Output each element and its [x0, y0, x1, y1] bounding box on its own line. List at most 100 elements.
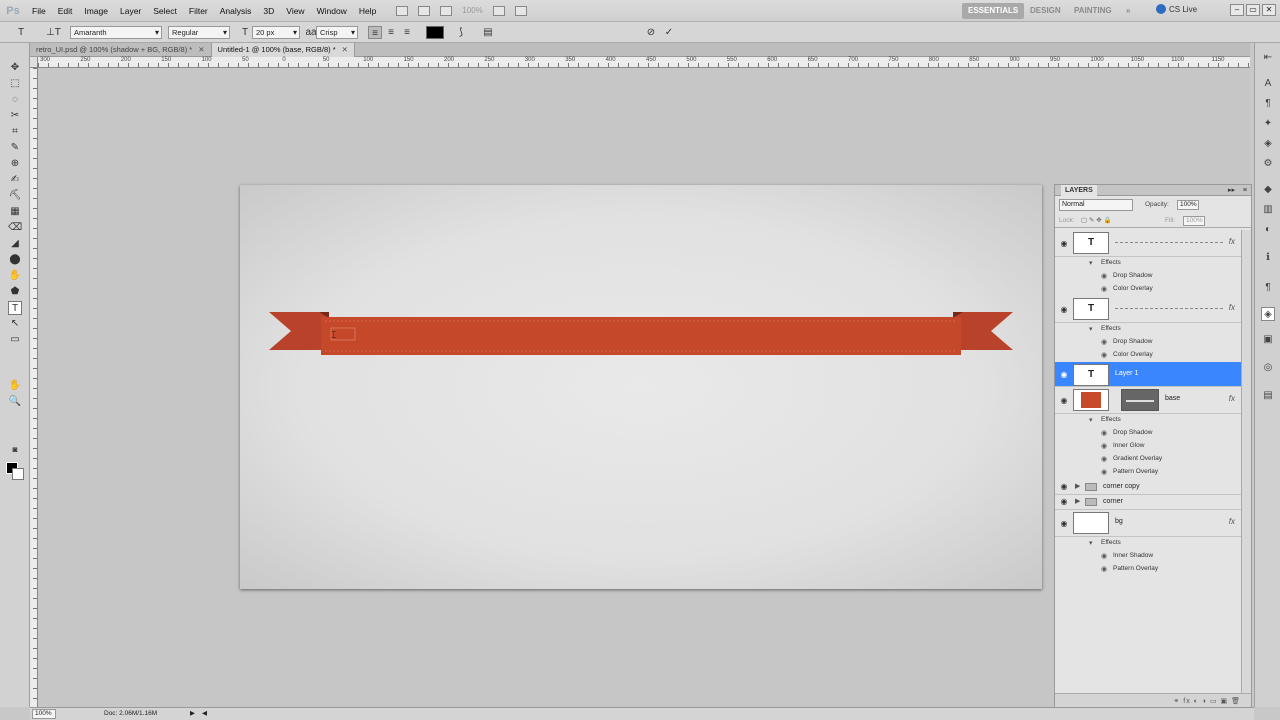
close-button[interactable]: ✕ — [1262, 4, 1276, 16]
visibility-eye-icon[interactable]: ◉ — [1059, 239, 1069, 249]
swatches-panel-icon[interactable]: ✦ — [1261, 117, 1275, 131]
effect-eye-icon[interactable]: ◉ — [1101, 468, 1107, 476]
group-name[interactable]: corner copy — [1103, 483, 1140, 490]
minimize-button[interactable]: – — [1230, 4, 1244, 16]
adjustments-panel-icon[interactable]: ⚙ — [1261, 157, 1275, 171]
opacity-field[interactable]: 100% — [1177, 200, 1199, 210]
menu-layer[interactable]: Layer — [114, 6, 147, 16]
info-panel-icon[interactable]: ℹ — [1261, 251, 1275, 265]
styles-panel-icon[interactable]: ◈ — [1261, 137, 1275, 151]
rectangle-tool-icon[interactable]: ▭ — [8, 333, 22, 347]
character-panel-icon[interactable]: A — [1261, 77, 1275, 91]
effects-row[interactable]: ▾ Effects — [1055, 323, 1241, 336]
workspace-painting[interactable]: PAINTING — [1068, 3, 1118, 19]
workspace-design[interactable]: DESIGN — [1024, 3, 1067, 19]
brush-tool-icon[interactable]: ✍ — [8, 173, 22, 187]
fx-badge-icon[interactable]: fx — [1229, 517, 1235, 526]
vertical-ruler[interactable] — [30, 68, 38, 707]
commit-edits-button[interactable]: ✓ — [662, 26, 676, 39]
cs-live-menu[interactable]: CS Live — [1156, 4, 1197, 14]
layer-row-text-1[interactable]: ◉ T fx — [1055, 230, 1241, 257]
histogram-panel-icon[interactable]: ▥ — [1261, 203, 1275, 217]
effect-eye-icon[interactable]: ◉ — [1101, 285, 1107, 293]
view-extras-icon[interactable] — [440, 5, 453, 16]
layers-panel-icon[interactable]: ◈ — [1261, 307, 1275, 321]
paths-panel-icon[interactable]: ◎ — [1261, 361, 1275, 375]
pen-tool-icon[interactable]: ⬟ — [8, 285, 22, 299]
paragraph-styles-icon[interactable]: ¶ — [1261, 281, 1275, 295]
navigator-panel-icon[interactable]: ◐ — [1261, 223, 1275, 237]
dock-expand-icon[interactable]: ⇤ — [1261, 51, 1275, 65]
gradient-tool-icon[interactable]: ◢ — [8, 237, 22, 251]
dodge-tool-icon[interactable]: ✋ — [8, 269, 22, 283]
visibility-eye-icon[interactable]: ◉ — [1059, 396, 1069, 406]
effect-eye-icon[interactable]: ◉ — [1101, 565, 1107, 573]
workspace-essentials[interactable]: ESSENTIALS — [962, 3, 1025, 19]
effect-inner-shadow[interactable]: ◉ Inner Shadow — [1055, 550, 1241, 563]
marquee-tool-icon[interactable]: ⬚ — [8, 77, 22, 91]
effect-inner-glow[interactable]: ◉ Inner Glow — [1055, 440, 1241, 453]
layer-row-text-2[interactable]: ◉ T fx — [1055, 296, 1241, 323]
zoom-level-dropdown[interactable]: 100% — [462, 6, 482, 15]
menu-help[interactable]: Help — [353, 6, 382, 16]
cancel-edits-button[interactable]: ⊘ — [644, 26, 658, 39]
workspace-more[interactable]: » — [1120, 3, 1136, 19]
effects-row[interactable]: ▾ Effects — [1055, 414, 1241, 427]
eraser-tool-icon[interactable]: ⌫ — [8, 221, 22, 235]
align-center-button[interactable]: ≡ — [384, 26, 398, 39]
align-left-button[interactable]: ≡ — [368, 26, 382, 39]
menu-image[interactable]: Image — [78, 6, 114, 16]
effect-gradient-overlay[interactable]: ◉ Gradient Overlay — [1055, 453, 1241, 466]
visibility-eye-icon[interactable]: ◉ — [1059, 370, 1069, 380]
layers-tab[interactable]: LAYERS — [1061, 185, 1097, 196]
menu-view[interactable]: View — [280, 6, 310, 16]
layer-row-layer-1[interactable]: ◉ T Layer 1 — [1055, 362, 1241, 387]
background-color-swatch[interactable] — [12, 468, 24, 480]
character-panel-button[interactable]: ▤ — [481, 26, 495, 39]
menu-select[interactable]: Select — [147, 6, 183, 16]
font-size-select[interactable]: 20 px — [252, 26, 300, 39]
panel-menu-icon[interactable]: ≡ — [1243, 185, 1247, 196]
screen-mode-icon[interactable] — [514, 5, 527, 16]
group-row-corner[interactable]: ◉ ▶ corner — [1055, 495, 1241, 510]
masks-panel-icon[interactable]: ◆ — [1261, 183, 1275, 197]
healing-brush-tool-icon[interactable]: ⊕ — [8, 157, 22, 171]
ruler-origin[interactable] — [30, 57, 38, 68]
zoom-field[interactable]: 100% — [32, 709, 56, 719]
close-icon[interactable]: ✕ — [342, 43, 348, 57]
effect-drop-shadow[interactable]: ◉ Drop Shadow — [1055, 336, 1241, 349]
lasso-tool-icon[interactable]: ◌ — [8, 93, 22, 107]
effects-toggle-icon[interactable]: ▾ — [1089, 539, 1093, 547]
layer-name[interactable]: base — [1165, 395, 1180, 402]
antialias-select[interactable]: Crisp — [316, 26, 358, 39]
collapse-panel-icon[interactable]: ▸▸ — [1228, 185, 1235, 196]
visibility-eye-icon[interactable]: ◉ — [1059, 519, 1069, 529]
effects-toggle-icon[interactable]: ▾ — [1089, 325, 1093, 333]
effect-eye-icon[interactable]: ◉ — [1101, 442, 1107, 450]
text-orientation-icon[interactable]: ⊥T — [46, 26, 61, 39]
effect-eye-icon[interactable]: ◉ — [1101, 351, 1107, 359]
ribbon-banner[interactable] — [269, 312, 1013, 356]
close-icon[interactable]: ✕ — [198, 43, 204, 57]
quick-mask-icon[interactable]: ◙ — [8, 443, 22, 457]
fx-badge-icon[interactable]: fx — [1229, 303, 1235, 312]
visibility-eye-icon[interactable]: ◉ — [1059, 482, 1069, 492]
menu-analysis[interactable]: Analysis — [214, 6, 258, 16]
group-row-corner-copy[interactable]: ◉ ▶ corner copy — [1055, 480, 1241, 495]
font-family-select[interactable]: Amaranth — [70, 26, 162, 39]
effect-pattern-overlay[interactable]: ◉ Pattern Overlay — [1055, 466, 1241, 479]
launch-mini-bridge-icon[interactable] — [418, 5, 431, 16]
tab-untitled-1[interactable]: Untitled-1 @ 100% (base, RGB/8) * ✕ — [211, 43, 355, 57]
restore-button[interactable]: ▭ — [1246, 4, 1260, 16]
group-expand-icon[interactable]: ▶ — [1075, 482, 1080, 490]
arrange-documents-icon[interactable] — [492, 5, 505, 16]
align-right-button[interactable]: ≡ — [400, 26, 414, 39]
type-tool-preset-icon[interactable]: T — [14, 26, 28, 39]
layer-row-bg[interactable]: ◉ bg fx — [1055, 510, 1241, 537]
vector-mask-thumbnail[interactable] — [1121, 389, 1159, 411]
scroll-left-icon[interactable]: ◀ — [202, 708, 207, 720]
effect-eye-icon[interactable]: ◉ — [1101, 552, 1107, 560]
layers-scrollbar[interactable] — [1241, 230, 1251, 694]
document-canvas[interactable]: ⌶ — [240, 185, 1042, 589]
move-tool-icon[interactable]: ✥ — [8, 61, 22, 75]
